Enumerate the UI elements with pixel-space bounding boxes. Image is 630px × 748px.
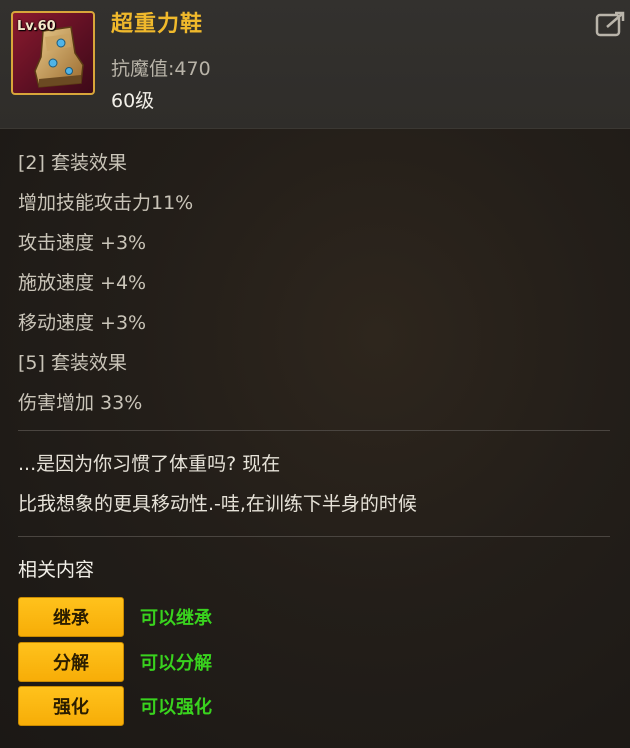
disassemble-button[interactable]: 分解: [18, 642, 124, 682]
disassemble-row: 分解 可以分解: [18, 642, 212, 682]
set-effect-header: [5] 套装效果: [18, 352, 127, 374]
enhance-button[interactable]: 强化: [18, 686, 124, 726]
enhance-status: 可以强化: [140, 697, 212, 718]
item-name: 超重力鞋: [111, 12, 204, 37]
set-effect-line: 施放速度 +4%: [18, 272, 147, 294]
share-button[interactable]: [594, 10, 628, 38]
description-line: 比我想象的更具移动性.-哇,在训练下半身的时候: [18, 493, 417, 515]
item-level-tag: Lv.60: [17, 19, 56, 34]
item-tooltip-panel: Lv.60 超重力鞋 抗魔值:470 60级 [2] 套装效果 增加技能攻击力1…: [0, 0, 630, 748]
set-effect-line: 伤害增加 33%: [18, 392, 143, 414]
divider: [18, 430, 610, 431]
set-effect-line: 移动速度 +3%: [18, 312, 147, 334]
set-effect-header: [2] 套装效果: [18, 152, 127, 174]
share-icon: [595, 11, 625, 37]
item-header: Lv.60 超重力鞋 抗魔值:470 60级: [0, 0, 630, 129]
item-level: 60级: [111, 90, 155, 112]
item-stat: 抗魔值:470: [111, 58, 211, 80]
enhance-row: 强化 可以强化: [18, 686, 212, 726]
description-line: ...是因为你习惯了体重吗? 现在: [18, 453, 281, 475]
inherit-status: 可以继承: [140, 608, 212, 629]
disassemble-status: 可以分解: [140, 653, 212, 674]
item-icon-frame[interactable]: Lv.60: [11, 11, 95, 95]
divider: [18, 536, 610, 537]
inherit-row: 继承 可以继承: [18, 597, 212, 637]
set-effect-line: 增加技能攻击力11%: [18, 192, 194, 214]
item-description: ...是因为你习惯了体重吗? 现在 比我想象的更具移动性.-哇,在训练下半身的时…: [18, 444, 618, 524]
set-effects-list: [2] 套装效果 增加技能攻击力11% 攻击速度 +3% 施放速度 +4% 移动…: [18, 143, 618, 423]
related-content-title: 相关内容: [18, 559, 95, 581]
inherit-button[interactable]: 继承: [18, 597, 124, 637]
set-effect-line: 攻击速度 +3%: [18, 232, 147, 254]
